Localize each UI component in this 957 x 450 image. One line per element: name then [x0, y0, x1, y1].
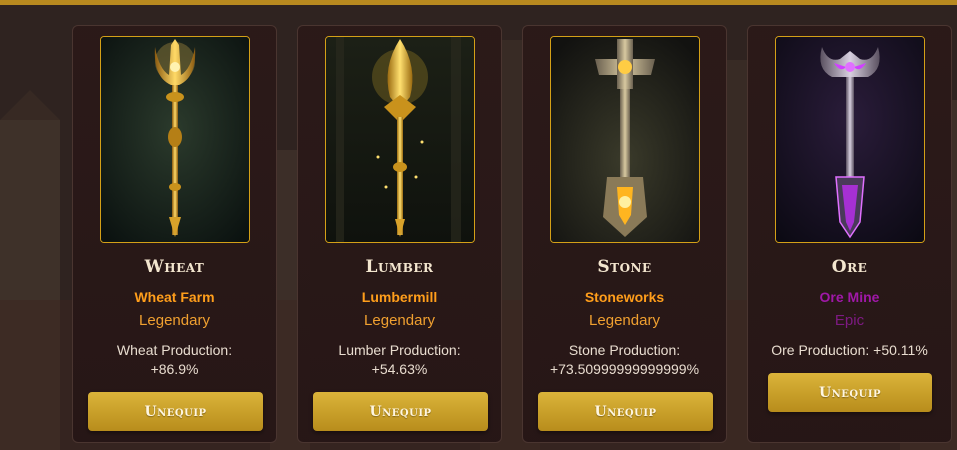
- purple-axe-scepter-icon: [776, 37, 924, 242]
- resource-name: Lumber: [365, 257, 434, 277]
- resource-name: Wheat: [144, 257, 205, 277]
- item-art-stone: [550, 36, 700, 243]
- resource-name: Ore: [831, 257, 868, 277]
- rarity-label: Legendary: [139, 312, 210, 329]
- equipped-items-grid: Wheat Wheat Farm Legendary Wheat Product…: [0, 0, 957, 450]
- golden-leaf-scepter-icon: [326, 37, 474, 242]
- golden-trident-scepter-icon: [101, 37, 249, 242]
- stone-hammer-scepter-icon: [551, 37, 699, 242]
- unequip-button[interactable]: Unequip: [88, 392, 263, 431]
- item-card-lumber: Lumber Lumbermill Legendary Lumber Produ…: [297, 25, 502, 443]
- production-value: +86.9%: [150, 361, 199, 377]
- production-label: Wheat Production:: [116, 342, 233, 358]
- production-bonus: Ore Production: +50.11%: [748, 341, 951, 360]
- item-card-ore: Ore Ore Mine Epic Ore Production: +50.11…: [747, 25, 952, 443]
- unequip-button[interactable]: Unequip: [768, 373, 932, 412]
- production-bonus: Stone Production: +73.50999999999999%: [523, 341, 726, 379]
- item-card-stone: Stone Stoneworks Legendary Stone Product…: [522, 25, 727, 443]
- building-name: Stoneworks: [584, 289, 665, 305]
- item-art-ore: [775, 36, 925, 243]
- rarity-label: Epic: [834, 312, 865, 329]
- production-label: Ore Production: +50.11%: [771, 342, 928, 358]
- production-bonus: Lumber Production: +54.63%: [298, 341, 501, 379]
- item-art-lumber: [325, 36, 475, 243]
- production-value: +54.63%: [371, 361, 428, 377]
- building-name: Wheat Farm: [134, 289, 215, 305]
- resource-name: Stone: [597, 257, 652, 277]
- rarity-label: Legendary: [589, 312, 660, 329]
- building-name: Ore Mine: [819, 289, 880, 305]
- unequip-button[interactable]: Unequip: [538, 392, 713, 431]
- production-bonus: Wheat Production: +86.9%: [73, 341, 276, 379]
- production-label: Stone Production:: [568, 342, 681, 358]
- item-card-wheat: Wheat Wheat Farm Legendary Wheat Product…: [72, 25, 277, 443]
- rarity-label: Legendary: [364, 312, 435, 329]
- production-value: +73.50999999999999%: [549, 361, 700, 377]
- item-art-wheat: [100, 36, 250, 243]
- unequip-button[interactable]: Unequip: [313, 392, 488, 431]
- production-label: Lumber Production:: [338, 342, 461, 358]
- building-name: Lumbermill: [361, 289, 438, 305]
